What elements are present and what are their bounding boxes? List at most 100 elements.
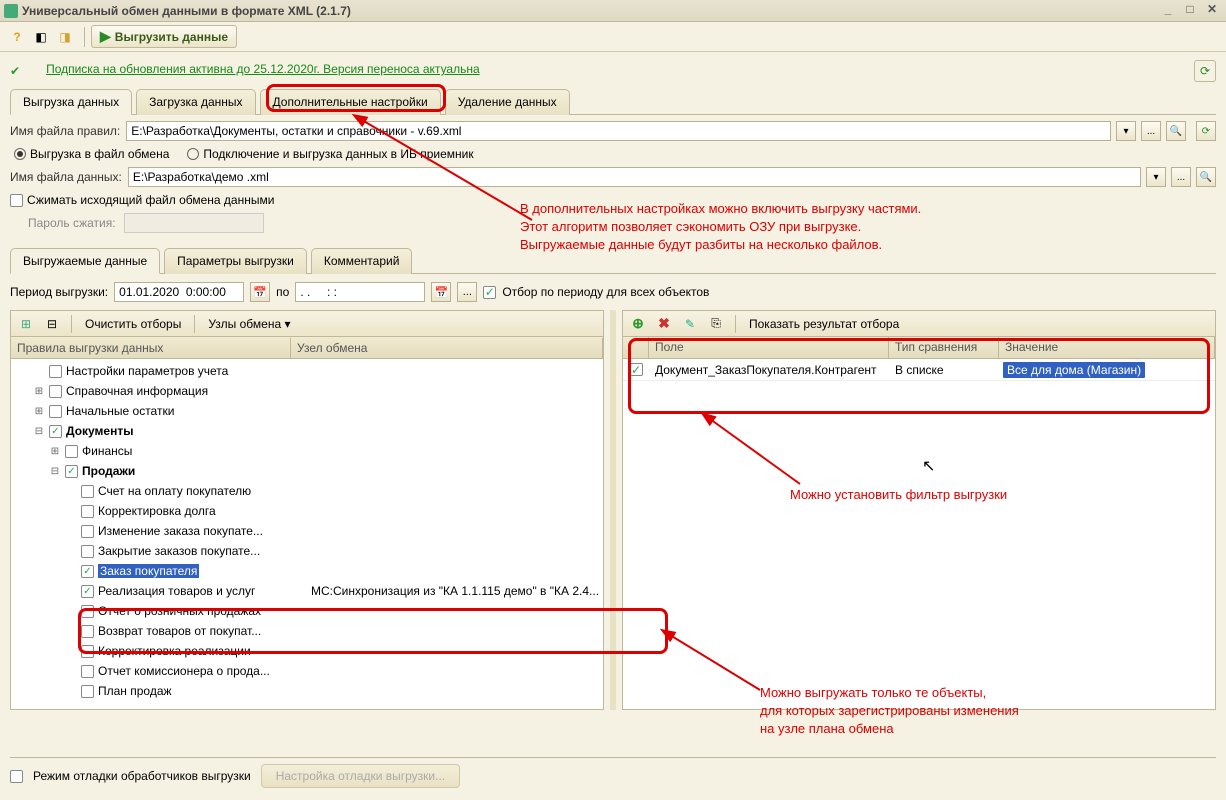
data-browse-button[interactable]: ...	[1171, 167, 1191, 187]
compress-checkbox[interactable]	[10, 194, 23, 207]
maximize-button[interactable]: □	[1180, 2, 1200, 20]
tree-checkbox[interactable]	[81, 545, 94, 558]
run-label: Выгрузить данные	[115, 30, 228, 44]
tree-checkbox[interactable]	[81, 525, 94, 538]
tree-checkbox[interactable]	[81, 505, 94, 518]
debug-checkbox[interactable]	[10, 770, 23, 783]
subtab-comment[interactable]: Комментарий	[311, 248, 413, 274]
copy-filter-icon[interactable]: ⎘	[705, 313, 727, 335]
run-export-button[interactable]: ▶ Выгрузить данные	[91, 25, 237, 48]
show-result-button[interactable]: Показать результат отбора	[742, 314, 906, 334]
tree-row[interactable]: ⊞Справочная информация	[11, 381, 603, 401]
col-node-header: Узел обмена	[291, 338, 603, 358]
delete-filter-icon[interactable]: ✖	[653, 313, 675, 335]
play-icon: ▶	[100, 28, 111, 45]
pwd-input[interactable]	[124, 213, 264, 233]
radio-export-file[interactable]: Выгрузка в файл обмена	[14, 147, 169, 161]
subscription-link[interactable]: Подписка на обновления активна до 25.12.…	[46, 62, 480, 76]
tree-label: Отчет о розничных продажах	[98, 604, 261, 618]
close-button[interactable]: ✕	[1202, 2, 1222, 20]
tree-row[interactable]: ⊞ Финансы	[11, 441, 603, 461]
tree-row[interactable]: Корректировка реализации	[11, 641, 603, 661]
tree-row[interactable]: Настройки параметров учета	[11, 361, 603, 381]
clear-filters-button[interactable]: Очистить отборы	[78, 314, 188, 334]
tree-row[interactable]: План продаж	[11, 681, 603, 701]
tree-expand-icon[interactable]: ⊞	[15, 313, 37, 335]
rules-tree[interactable]: Настройки параметров учета⊞Справочная ин…	[11, 359, 603, 709]
tool-icon-1[interactable]: ◧	[30, 26, 52, 48]
tree-checkbox[interactable]	[81, 605, 94, 618]
tree-checkbox[interactable]	[65, 445, 78, 458]
tab-import[interactable]: Загрузка данных	[136, 89, 255, 115]
period-all-checkbox[interactable]: ✓	[483, 286, 496, 299]
tree-checkbox[interactable]: ✓	[81, 565, 94, 578]
tree-row[interactable]: Корректировка долга	[11, 501, 603, 521]
tree-checkbox[interactable]	[81, 485, 94, 498]
tab-export[interactable]: Выгрузка данных	[10, 89, 132, 115]
tree-row[interactable]: Отчет комиссионера о прода...	[11, 661, 603, 681]
tree-row[interactable]: Закрытие заказов покупате...	[11, 541, 603, 561]
period-all-label: Отбор по периоду для всех объектов	[502, 285, 709, 299]
splitter[interactable]	[610, 310, 616, 710]
expand-icon[interactable]: ⊟	[49, 466, 61, 477]
rules-reload-button[interactable]: ⟳	[1196, 121, 1216, 141]
expand-icon[interactable]: ⊞	[33, 386, 45, 397]
data-file-label: Имя файла данных:	[10, 170, 122, 184]
tool-icon-2[interactable]: ◨	[54, 26, 76, 48]
period-label: Период выгрузки:	[10, 285, 108, 299]
tree-row[interactable]: ✓Реализация товаров и услугМС:Синхрониза…	[11, 581, 603, 601]
tree-row[interactable]: Счет на оплату покупателю	[11, 481, 603, 501]
tree-checkbox[interactable]	[81, 625, 94, 638]
refresh-button[interactable]: ⟳	[1194, 60, 1216, 82]
minimize-button[interactable]: _	[1158, 2, 1178, 20]
expand-icon[interactable]: ⊞	[49, 446, 61, 457]
expand-icon[interactable]: ⊞	[33, 406, 45, 417]
tree-checkbox[interactable]	[49, 365, 62, 378]
subtab-data[interactable]: Выгружаемые данные	[10, 248, 160, 274]
tree-checkbox[interactable]	[81, 665, 94, 678]
data-dropdown-button[interactable]: ▾	[1146, 167, 1166, 187]
tree-checkbox[interactable]	[81, 645, 94, 658]
exchange-nodes-button[interactable]: Узлы обмена ▾	[201, 314, 297, 334]
tree-checkbox[interactable]: ✓	[49, 425, 62, 438]
subtab-params[interactable]: Параметры выгрузки	[164, 248, 307, 274]
data-file-input[interactable]	[128, 167, 1141, 187]
rules-search-button[interactable]: 🔍	[1166, 121, 1186, 141]
compress-label: Сжимать исходящий файл обмена данными	[27, 193, 274, 207]
main-tabs: Выгрузка данных Загрузка данных Дополнит…	[10, 88, 1216, 115]
tree-node-value: МС:Синхронизация из "КА 1.1.115 демо" в …	[311, 584, 599, 598]
tree-row[interactable]: Отчет о розничных продажах	[11, 601, 603, 621]
period-to-cal-button[interactable]: 📅	[431, 282, 451, 302]
tree-row[interactable]: ⊞Начальные остатки	[11, 401, 603, 421]
filter-val: Все для дома (Магазин)	[1003, 362, 1145, 378]
period-from-cal-button[interactable]: 📅	[250, 282, 270, 302]
period-extra-button[interactable]: ...	[457, 282, 477, 302]
help-icon[interactable]: ?	[6, 26, 28, 48]
debug-settings-button[interactable]: Настройка отладки выгрузки...	[261, 764, 460, 788]
data-search-button[interactable]: 🔍	[1196, 167, 1216, 187]
tree-row[interactable]: ⊟✓Продажи	[11, 461, 603, 481]
add-filter-icon[interactable]: ⊕	[627, 313, 649, 335]
arrow-1	[352, 110, 572, 240]
rules-file-input[interactable]	[126, 121, 1111, 141]
rules-dropdown-button[interactable]: ▾	[1116, 121, 1136, 141]
tree-checkbox[interactable]	[81, 685, 94, 698]
tree-row[interactable]: Возврат товаров от покупат...	[11, 621, 603, 641]
tree-row[interactable]: ⊟✓Документы	[11, 421, 603, 441]
tree-collapse-icon[interactable]: ⊟	[41, 313, 63, 335]
filter-row[interactable]: ✓ Документ_ЗаказПокупателя.Контрагент В …	[623, 359, 1215, 381]
rules-browse-button[interactable]: ...	[1141, 121, 1161, 141]
tree-checkbox[interactable]: ✓	[65, 465, 78, 478]
tree-checkbox[interactable]: ✓	[81, 585, 94, 598]
tree-row[interactable]: Изменение заказа покупате...	[11, 521, 603, 541]
period-from-input[interactable]	[114, 282, 244, 302]
app-icon	[4, 4, 18, 18]
col-cmp-header: Тип сравнения	[889, 337, 999, 358]
edit-filter-icon[interactable]: ✎	[679, 313, 701, 335]
period-to-input[interactable]	[295, 282, 425, 302]
expand-icon[interactable]: ⊟	[33, 426, 45, 437]
tree-checkbox[interactable]	[49, 385, 62, 398]
tree-label: Финансы	[82, 444, 132, 458]
tree-checkbox[interactable]	[49, 405, 62, 418]
tree-row[interactable]: ✓Заказ покупателя	[11, 561, 603, 581]
